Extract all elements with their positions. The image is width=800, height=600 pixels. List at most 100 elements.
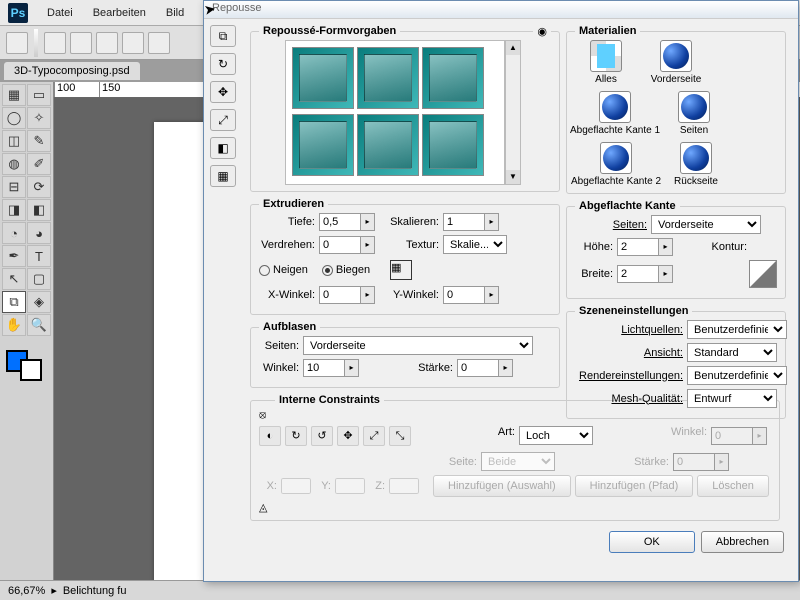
ic-1[interactable]: ◐ xyxy=(259,426,281,446)
background-color[interactable] xyxy=(20,359,42,381)
vtool-1[interactable]: ⧉ xyxy=(210,25,236,47)
preset-scrollbar[interactable]: ▲▼ xyxy=(505,40,521,185)
ic-6[interactable]: ⤡ xyxy=(389,426,411,446)
licht-select[interactable]: Benutzerdefiniert xyxy=(687,320,787,339)
3d-tool[interactable]: ⧉ xyxy=(2,291,26,313)
preset-menu-icon[interactable]: ◉ xyxy=(533,25,551,38)
3d-cam-tool[interactable]: ◈ xyxy=(27,291,51,313)
cursor-icon: ➤ xyxy=(203,0,218,19)
app-logo: Ps xyxy=(8,3,28,23)
ok-button[interactable]: OK xyxy=(609,531,695,553)
render-select[interactable]: Benutzerdefiniert xyxy=(687,366,787,385)
art-select[interactable]: Loch xyxy=(519,426,593,445)
qr-icon[interactable]: ▦ xyxy=(390,260,412,280)
hand-tool[interactable]: ✋ xyxy=(2,314,26,336)
status-bar: 66,67% ▸ Belichtung fu xyxy=(0,580,800,600)
textur-select[interactable]: Skalie... xyxy=(443,235,507,254)
hoehe-input[interactable] xyxy=(617,238,659,256)
skalieren-input[interactable] xyxy=(443,213,485,231)
verdrehen-input[interactable] xyxy=(319,236,361,254)
section-extrudieren: Extrudieren Tiefe: ▸ Skalieren: ▸ Verdre… xyxy=(250,204,560,315)
radio-biegen[interactable]: Biegen xyxy=(322,264,370,276)
vtool-4[interactable]: ⤢ xyxy=(210,109,236,131)
breite-input[interactable] xyxy=(617,265,659,283)
mesh-icon[interactable]: ◬ xyxy=(259,501,287,514)
menu-edit[interactable]: Bearbeiten xyxy=(84,4,155,22)
opt-2[interactable] xyxy=(44,32,66,54)
history-tool[interactable]: ⟳ xyxy=(27,176,51,198)
c-staerke-input xyxy=(673,453,715,471)
vtool-5[interactable]: ◧ xyxy=(210,137,236,159)
pen-tool[interactable]: ✒ xyxy=(2,245,26,267)
dodge-tool[interactable]: ◕ xyxy=(27,222,51,244)
collapse-icon[interactable]: ⦻ xyxy=(259,409,266,421)
ic-3[interactable]: ↺ xyxy=(311,426,333,446)
kontur-picker[interactable] xyxy=(749,260,777,288)
preset-3[interactable] xyxy=(422,47,484,109)
preset-thumbs[interactable] xyxy=(285,40,505,185)
mat-bevel2[interactable]: Abgeflachte Kante 2 xyxy=(575,142,657,187)
aufblasen-winkel-input[interactable] xyxy=(303,359,345,377)
type-tool[interactable]: T xyxy=(27,245,51,267)
preset-2[interactable] xyxy=(357,47,419,109)
section-aufblasen: Aufblasen Seiten: Vorderseite Winkel: ▸ … xyxy=(250,327,560,388)
xwinkel-input[interactable] xyxy=(319,286,361,304)
opt-1[interactable] xyxy=(6,32,28,54)
gradient-tool[interactable]: ◧ xyxy=(27,199,51,221)
kante-seiten-select[interactable]: Vorderseite xyxy=(651,215,761,234)
section-szene: Szeneneinstellungen Lichtquellen:Benutze… xyxy=(566,311,786,419)
opt-4[interactable] xyxy=(96,32,118,54)
mat-alles[interactable]: Alles xyxy=(575,40,637,85)
preset-5[interactable] xyxy=(357,114,419,176)
crop-tool[interactable]: ◫ xyxy=(2,130,26,152)
document-tab[interactable]: 3D-Typocomposing.psd xyxy=(4,62,140,80)
menu-image[interactable]: Bild xyxy=(157,4,193,22)
repousse-dialog: Repousse ⧉ ↻ ✥ ⤢ ◧ ▦ Repoussé-Formvorgab… xyxy=(203,0,799,582)
cancel-button[interactable]: Abbrechen xyxy=(701,531,784,553)
preset-4[interactable] xyxy=(292,114,354,176)
ic-2[interactable]: ↻ xyxy=(285,426,307,446)
select-tool[interactable]: ▭ xyxy=(27,84,51,106)
aufblasen-seiten-select[interactable]: Vorderseite xyxy=(303,336,533,355)
add-selection-button: Hinzufügen (Auswahl) xyxy=(433,475,571,497)
eyedrop-tool[interactable]: ✎ xyxy=(27,130,51,152)
vtool-6[interactable]: ▦ xyxy=(210,165,236,187)
section-kante: Abgeflachte Kante Seiten: Vorderseite Hö… xyxy=(566,206,786,299)
heal-tool[interactable]: ◍ xyxy=(2,153,26,175)
ansicht-select[interactable]: Standard xyxy=(687,343,777,362)
mat-back[interactable]: Rückseite xyxy=(665,142,727,187)
opt-3[interactable] xyxy=(70,32,92,54)
vtool-3[interactable]: ✥ xyxy=(210,81,236,103)
zoom-tool[interactable]: 🔍 xyxy=(27,314,51,336)
stamp-tool[interactable]: ⊟ xyxy=(2,176,26,198)
section-materialien: Materialien Alles Vorderseite Abgeflacht… xyxy=(566,31,786,194)
ic-5[interactable]: ⤢ xyxy=(363,426,385,446)
delete-button: Löschen xyxy=(697,475,769,497)
aufblasen-staerke-input[interactable] xyxy=(457,359,499,377)
brush-tool[interactable]: ✐ xyxy=(27,153,51,175)
menu-file[interactable]: Datei xyxy=(38,4,82,22)
ic-4[interactable]: ✥ xyxy=(337,426,359,446)
eraser-tool[interactable]: ◨ xyxy=(2,199,26,221)
blur-tool[interactable]: ◔ xyxy=(2,222,26,244)
section-formvorgaben: Repoussé-Formvorgaben ◉ ▲▼ xyxy=(250,31,560,192)
mesh-select[interactable]: Entwurf xyxy=(687,389,777,408)
vtool-2[interactable]: ↻ xyxy=(210,53,236,75)
path-tool[interactable]: ↖ xyxy=(2,268,26,290)
preset-6[interactable] xyxy=(422,114,484,176)
move-tool[interactable]: ▦ xyxy=(2,84,26,106)
tiefe-input[interactable] xyxy=(319,213,361,231)
dialog-title: Repousse xyxy=(204,1,798,19)
mat-front[interactable]: Vorderseite xyxy=(645,40,707,85)
preset-1[interactable] xyxy=(292,47,354,109)
ywinkel-input[interactable] xyxy=(443,286,485,304)
toolbox: ▦ ▭ ◯ ✧ ◫ ✎ ◍ ✐ ⊟ ⟳ ◨ ◧ ◔ ◕ ✒ T ↖ ▢ ⧉ ◈ … xyxy=(0,82,54,600)
radio-neigen[interactable]: Neigen xyxy=(259,264,308,276)
mat-sides[interactable]: Seiten xyxy=(663,91,725,136)
opt-6[interactable] xyxy=(148,32,170,54)
wand-tool[interactable]: ✧ xyxy=(27,107,51,129)
mat-bevel1[interactable]: Abgeflachte Kante 1 xyxy=(575,91,655,136)
opt-5[interactable] xyxy=(122,32,144,54)
lasso-tool[interactable]: ◯ xyxy=(2,107,26,129)
shape-tool[interactable]: ▢ xyxy=(27,268,51,290)
